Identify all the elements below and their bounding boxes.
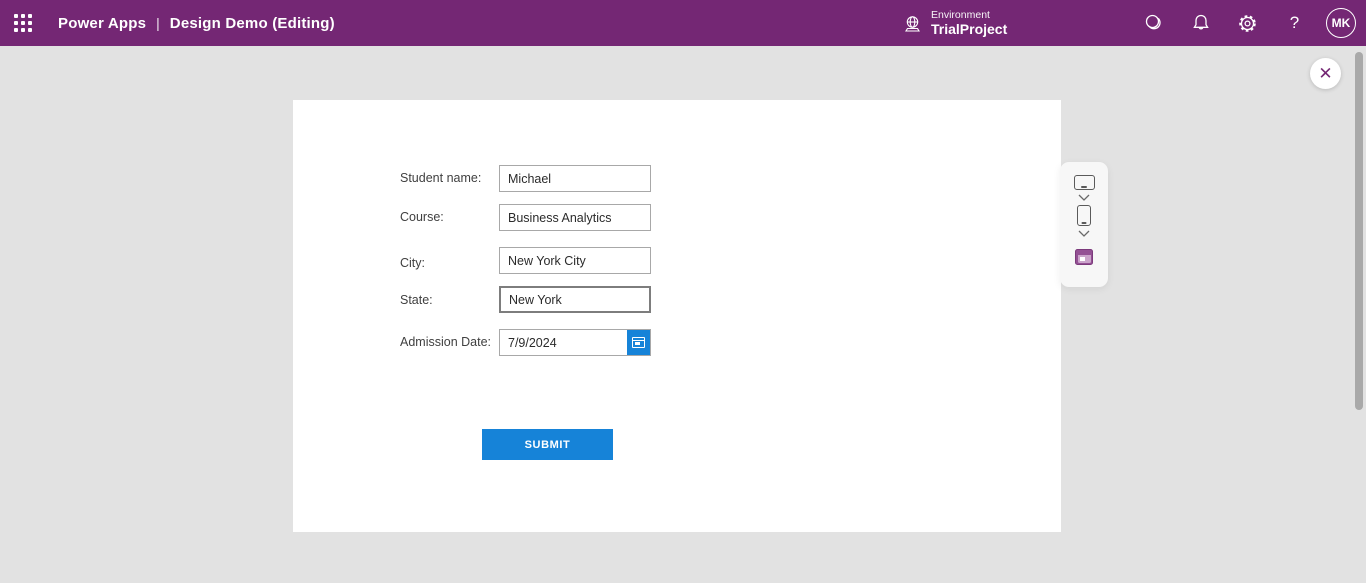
top-app-bar: Power Apps | Design Demo (Editing) Envir… <box>0 0 1366 46</box>
calendar-icon <box>632 337 645 348</box>
help-icon: ? <box>1290 13 1299 33</box>
settings-button[interactable] <box>1224 0 1271 46</box>
chevron-down-icon[interactable] <box>1078 230 1090 237</box>
student-name-input[interactable] <box>499 165 651 192</box>
phone-preview-button[interactable] <box>1077 205 1091 226</box>
date-picker-button[interactable] <box>627 330 650 355</box>
preview-toggle-button[interactable] <box>1130 0 1177 46</box>
app-window-preview-button[interactable] <box>1075 249 1093 265</box>
vertical-scrollbar[interactable] <box>1355 52 1363 410</box>
phone-icon <box>1077 205 1091 226</box>
state-label: State: <box>400 293 433 307</box>
app-launcher-button[interactable] <box>0 0 46 46</box>
admission-date-field <box>499 329 651 356</box>
waffle-icon <box>14 14 32 32</box>
app-title: Power Apps <box>58 15 146 32</box>
course-input[interactable] <box>499 204 651 231</box>
tablet-icon <box>1074 175 1095 190</box>
admission-date-input[interactable] <box>500 330 627 355</box>
course-label: Course: <box>400 210 444 224</box>
environment-picker[interactable]: Environment TrialProject <box>903 0 1007 46</box>
environment-label: Environment <box>931 9 1007 21</box>
tablet-preview-button[interactable] <box>1074 175 1095 190</box>
help-button[interactable]: ? <box>1271 0 1318 46</box>
city-label: City: <box>400 256 425 270</box>
close-preview-button[interactable]: ✕ <box>1310 58 1341 89</box>
app-screen: Student name: Course: City: State: Admis… <box>293 100 1061 532</box>
header-title: Power Apps | Design Demo (Editing) <box>58 15 335 32</box>
environment-name: TrialProject <box>931 21 1007 37</box>
title-separator: | <box>156 15 160 31</box>
admission-date-label: Admission Date: <box>400 335 491 349</box>
device-preview-toolbar <box>1060 162 1108 287</box>
chevron-down-icon[interactable] <box>1078 194 1090 201</box>
overlapping-circles-icon <box>1143 12 1165 34</box>
header-actions: ? MK <box>1130 0 1366 46</box>
close-icon: ✕ <box>1318 65 1332 82</box>
submit-button[interactable]: SUBMIT <box>482 429 613 460</box>
environment-globe-icon <box>903 14 922 33</box>
city-input[interactable] <box>499 247 651 274</box>
environment-text: Environment TrialProject <box>931 9 1007 37</box>
student-name-label: Student name: <box>400 171 481 185</box>
document-title: Design Demo (Editing) <box>170 15 335 32</box>
account-avatar[interactable]: MK <box>1326 8 1356 38</box>
gear-icon <box>1237 13 1258 34</box>
state-input[interactable] <box>499 286 651 313</box>
notifications-button[interactable] <box>1177 0 1224 46</box>
bell-icon <box>1191 13 1211 33</box>
power-apps-player-window: Power Apps | Design Demo (Editing) Envir… <box>0 0 1366 583</box>
app-preview-canvas: ✕ Student name: Course: City: State: Adm… <box>0 46 1366 583</box>
